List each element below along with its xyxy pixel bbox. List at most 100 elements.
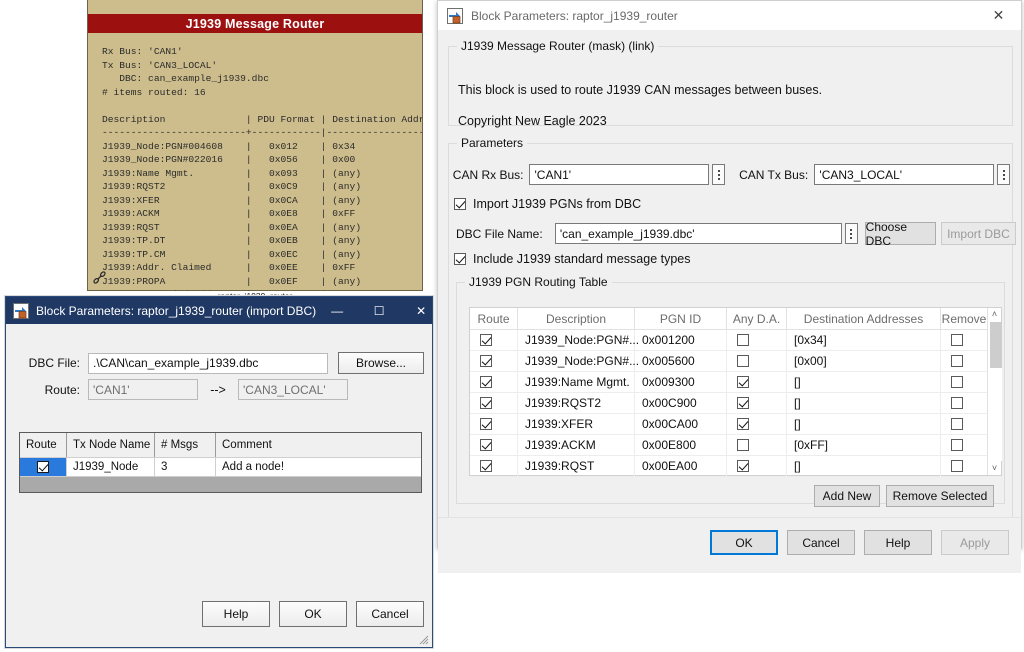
pgn-id-cell[interactable]: 0x00EA00 (635, 456, 727, 476)
table-row[interactable]: J1939:RQST2 0x00C900 [] (470, 393, 987, 414)
comment-cell[interactable]: Add a node! (216, 457, 421, 476)
any-da-cell[interactable] (727, 351, 787, 371)
any-da-cell[interactable] (727, 414, 787, 434)
route-checkbox[interactable] (480, 334, 492, 346)
remove-cell[interactable] (941, 435, 987, 455)
main-dialog-titlebar[interactable]: Block Parameters: raptor_j1939_router ✕ (438, 1, 1021, 30)
browse-button[interactable]: Browse... (338, 352, 424, 374)
minimize-icon[interactable]: — (316, 297, 358, 324)
route-cell[interactable] (470, 393, 518, 413)
msgs-cell[interactable]: 3 (155, 457, 216, 476)
any-da-checkbox[interactable] (737, 460, 749, 472)
route-cell[interactable] (470, 372, 518, 392)
remove-cell[interactable] (941, 372, 987, 392)
maximize-icon[interactable]: ☐ (358, 297, 400, 324)
import-dbc-file-input[interactable]: .\CAN\can_example_j1939.dbc (88, 352, 328, 374)
description-cell[interactable]: J1939:RQST (518, 456, 635, 476)
pgn-id-cell[interactable]: 0x001200 (635, 330, 727, 350)
dbc-file-name-more-icon[interactable] (844, 223, 858, 244)
tx-node-name-cell[interactable]: J1939_Node (67, 457, 155, 476)
description-cell[interactable]: J1939_Node:PGN#... (518, 351, 639, 371)
any-da-cell[interactable] (727, 435, 787, 455)
remove-checkbox[interactable] (951, 460, 963, 472)
any-da-cell[interactable] (727, 393, 787, 413)
j1939-router-block[interactable]: J1939 Message Router Rx Bus: 'CAN1' Tx B… (87, 0, 423, 291)
pgn-id-cell[interactable]: 0x00CA00 (635, 414, 727, 434)
import-dialog-titlebar[interactable]: Block Parameters: raptor_j1939_router (i… (6, 297, 432, 324)
destination-cell[interactable]: [0x34] (787, 330, 941, 350)
any-da-checkbox[interactable] (737, 376, 749, 388)
any-da-cell[interactable] (727, 456, 787, 476)
include-standard-checkbox[interactable] (454, 253, 466, 265)
table-row[interactable]: J1939_Node:PGN#... 0x005600 [0x00] (470, 351, 987, 372)
import-dbc-button[interactable]: Import DBC (940, 222, 1017, 245)
any-da-checkbox[interactable] (737, 334, 749, 346)
table-row[interactable]: J1939:ACKM 0x00E800 [0xFF] (470, 435, 987, 456)
remove-checkbox[interactable] (951, 355, 963, 367)
remove-cell[interactable] (941, 351, 987, 371)
tx-route-checkbox[interactable] (37, 461, 49, 473)
pgn-id-cell[interactable]: 0x00C900 (635, 393, 727, 413)
import-pgns-row[interactable]: Import J1939 PGNs from DBC (454, 197, 641, 211)
pgn-id-cell[interactable]: 0x009300 (635, 372, 727, 392)
destination-cell[interactable]: [0x00] (787, 351, 941, 371)
scrollbar-thumb[interactable] (990, 322, 1002, 368)
cancel-button[interactable]: Cancel (787, 530, 855, 555)
import-help-button[interactable]: Help (202, 601, 270, 627)
route-checkbox[interactable] (480, 397, 492, 409)
remove-checkbox[interactable] (951, 439, 963, 451)
any-da-checkbox[interactable] (737, 397, 749, 409)
any-da-cell[interactable] (727, 330, 787, 350)
ok-button[interactable]: OK (710, 530, 778, 555)
remove-checkbox[interactable] (951, 376, 963, 388)
route-checkbox[interactable] (480, 355, 492, 367)
dbc-file-name-input[interactable]: 'can_example_j1939.dbc' (554, 223, 842, 244)
remove-checkbox[interactable] (951, 397, 963, 409)
tx-route-cell[interactable] (20, 457, 67, 476)
table-row[interactable]: J1939_Node 3 Add a node! (20, 457, 421, 476)
scroll-down-icon[interactable]: ˅ (992, 464, 997, 473)
description-cell[interactable]: J1939:ACKM (518, 435, 635, 455)
pgn-grid-scrollbar[interactable]: ˄ ˅ (987, 308, 1002, 475)
tx-node-table[interactable]: Route Tx Node Name # Msgs Comment J1939_… (19, 432, 422, 493)
route-checkbox[interactable] (480, 376, 492, 388)
route-cell[interactable] (470, 435, 518, 455)
apply-button[interactable]: Apply (941, 530, 1009, 555)
scroll-up-icon[interactable]: ˄ (992, 310, 997, 319)
destination-cell[interactable]: [0xFF] (787, 435, 941, 455)
remove-selected-button[interactable]: Remove Selected (886, 485, 994, 507)
resize-grip-icon[interactable] (417, 633, 429, 645)
import-ok-button[interactable]: OK (279, 601, 347, 627)
include-standard-row[interactable]: Include J1939 standard message types (454, 252, 691, 266)
pgn-routing-grid[interactable]: Route Description PGN ID Any D.A. Destin… (469, 307, 1002, 477)
table-row[interactable]: J1939:XFER 0x00CA00 [] (470, 414, 987, 435)
import-cancel-button[interactable]: Cancel (356, 601, 424, 627)
destination-cell[interactable]: [] (787, 456, 941, 476)
close-icon[interactable]: ✕ (976, 1, 1021, 30)
remove-cell[interactable] (941, 393, 987, 413)
pgn-id-cell[interactable]: 0x005600 (635, 351, 727, 371)
import-pgns-checkbox[interactable] (454, 198, 466, 210)
help-button[interactable]: Help (864, 530, 932, 555)
can-rx-bus-input[interactable]: 'CAN1' (529, 164, 710, 185)
route-cell[interactable] (470, 414, 518, 434)
description-cell[interactable]: J1939:RQST2 (518, 393, 635, 413)
remove-cell[interactable] (941, 330, 987, 350)
description-cell[interactable]: J1939:XFER (518, 414, 635, 434)
description-cell[interactable]: J1939:Name Mgmt. (518, 372, 635, 392)
add-new-button[interactable]: Add New (814, 485, 880, 507)
route-cell[interactable] (470, 351, 518, 371)
description-cell[interactable]: J1939_Node:PGN#... (518, 330, 639, 350)
table-row[interactable]: J1939:RQST 0x00EA00 [] (470, 456, 987, 477)
route-checkbox[interactable] (480, 418, 492, 430)
any-da-cell[interactable] (727, 372, 787, 392)
any-da-checkbox[interactable] (737, 439, 749, 451)
pgn-id-cell[interactable]: 0x00E800 (635, 435, 727, 455)
any-da-checkbox[interactable] (737, 355, 749, 367)
destination-cell[interactable]: [] (787, 414, 941, 434)
any-da-checkbox[interactable] (737, 418, 749, 430)
route-checkbox[interactable] (480, 439, 492, 451)
can-rx-bus-more-icon[interactable] (712, 164, 726, 185)
table-row[interactable]: J1939:Name Mgmt. 0x009300 [] (470, 372, 987, 393)
choose-dbc-button[interactable]: Choose DBC (864, 220, 936, 248)
